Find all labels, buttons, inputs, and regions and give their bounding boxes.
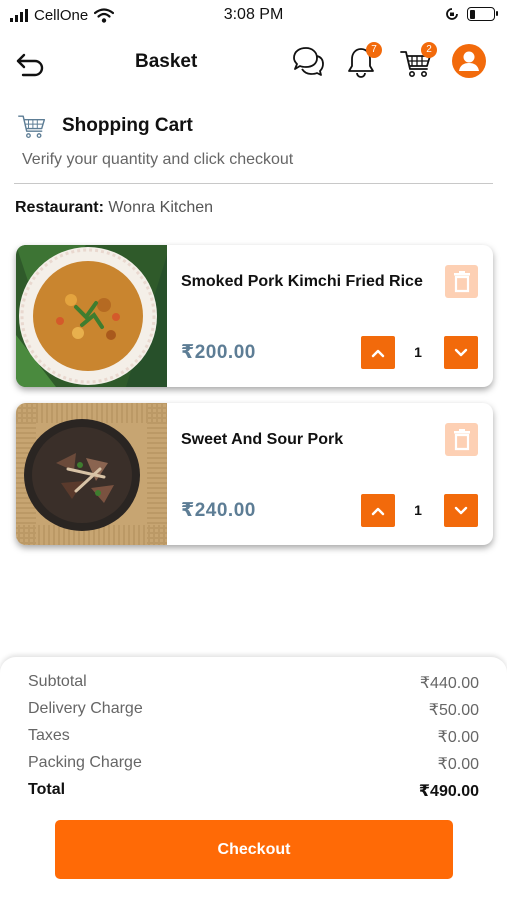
orientation-lock-icon bbox=[446, 8, 458, 20]
status-bar: CellOne 3:08 PM bbox=[0, 0, 507, 32]
subtotal-label: Subtotal bbox=[28, 673, 87, 690]
packing-value: ₹0.00 bbox=[437, 756, 479, 773]
quantity-decrease-button[interactable] bbox=[444, 336, 478, 369]
cart-item-card: Smoked Pork Kimchi Fried Rice ₹200.00 1 bbox=[16, 245, 493, 387]
total-value: ₹490.00 bbox=[418, 783, 479, 800]
food-image bbox=[16, 403, 167, 545]
quantity-value: 1 bbox=[414, 344, 422, 360]
delivery-value: ₹50.00 bbox=[428, 702, 479, 719]
app-header: Basket 7 2 bbox=[0, 40, 507, 84]
quantity-decrease-button[interactable] bbox=[444, 494, 478, 527]
status-right bbox=[445, 7, 498, 21]
profile-avatar[interactable] bbox=[452, 44, 486, 78]
chevron-up-icon bbox=[371, 507, 385, 515]
status-time: 3:08 PM bbox=[223, 6, 284, 23]
total-label: Total bbox=[28, 781, 66, 798]
page-title: Basket bbox=[135, 51, 198, 72]
cart-badge: 2 bbox=[421, 42, 437, 58]
packing-label: Packing Charge bbox=[28, 754, 142, 771]
taxes-value: ₹0.00 bbox=[437, 729, 479, 746]
cart-item-card: Sweet And Sour Pork ₹240.00 1 bbox=[16, 403, 493, 545]
user-icon bbox=[459, 51, 479, 71]
subtotal-value: ₹440.00 bbox=[419, 675, 479, 692]
chat-icon bbox=[293, 47, 324, 76]
restaurant-line: Restaurant: Wonra Kitchen bbox=[15, 199, 213, 217]
notifications-button[interactable]: 7 bbox=[343, 42, 382, 80]
item-name: Smoked Pork Kimchi Fried Rice bbox=[181, 273, 423, 290]
chevron-down-icon bbox=[454, 506, 468, 514]
food-image bbox=[16, 245, 167, 387]
delete-item-button[interactable] bbox=[445, 265, 478, 298]
divider bbox=[14, 183, 493, 184]
trash-icon bbox=[453, 428, 470, 450]
chevron-down-icon bbox=[454, 348, 468, 356]
item-price: ₹200.00 bbox=[181, 342, 256, 363]
restaurant-label: Restaurant: bbox=[15, 199, 104, 216]
section-subtitle: Verify your quantity and click checkout bbox=[22, 151, 294, 168]
quantity-increase-button[interactable] bbox=[361, 494, 395, 527]
quantity-value: 1 bbox=[414, 502, 422, 518]
back-button[interactable] bbox=[14, 46, 48, 80]
chevron-up-icon bbox=[371, 349, 385, 357]
restaurant-name: Wonra Kitchen bbox=[108, 199, 214, 216]
delivery-label: Delivery Charge bbox=[28, 700, 143, 717]
chat-button[interactable] bbox=[290, 44, 326, 80]
trash-icon bbox=[453, 270, 470, 292]
checkout-button[interactable]: Checkout bbox=[55, 820, 453, 879]
cart-button[interactable]: 2 bbox=[398, 42, 437, 80]
taxes-label: Taxes bbox=[28, 727, 70, 744]
item-name: Sweet And Sour Pork bbox=[181, 431, 344, 448]
notification-badge: 7 bbox=[366, 42, 382, 58]
quantity-increase-button[interactable] bbox=[361, 336, 395, 369]
item-price: ₹240.00 bbox=[181, 500, 256, 521]
section-title: Shopping Cart bbox=[62, 115, 193, 136]
battery-icon bbox=[467, 7, 498, 21]
back-arrow-icon bbox=[16, 53, 44, 77]
delete-item-button[interactable] bbox=[445, 423, 478, 456]
cart-icon bbox=[18, 115, 46, 139]
